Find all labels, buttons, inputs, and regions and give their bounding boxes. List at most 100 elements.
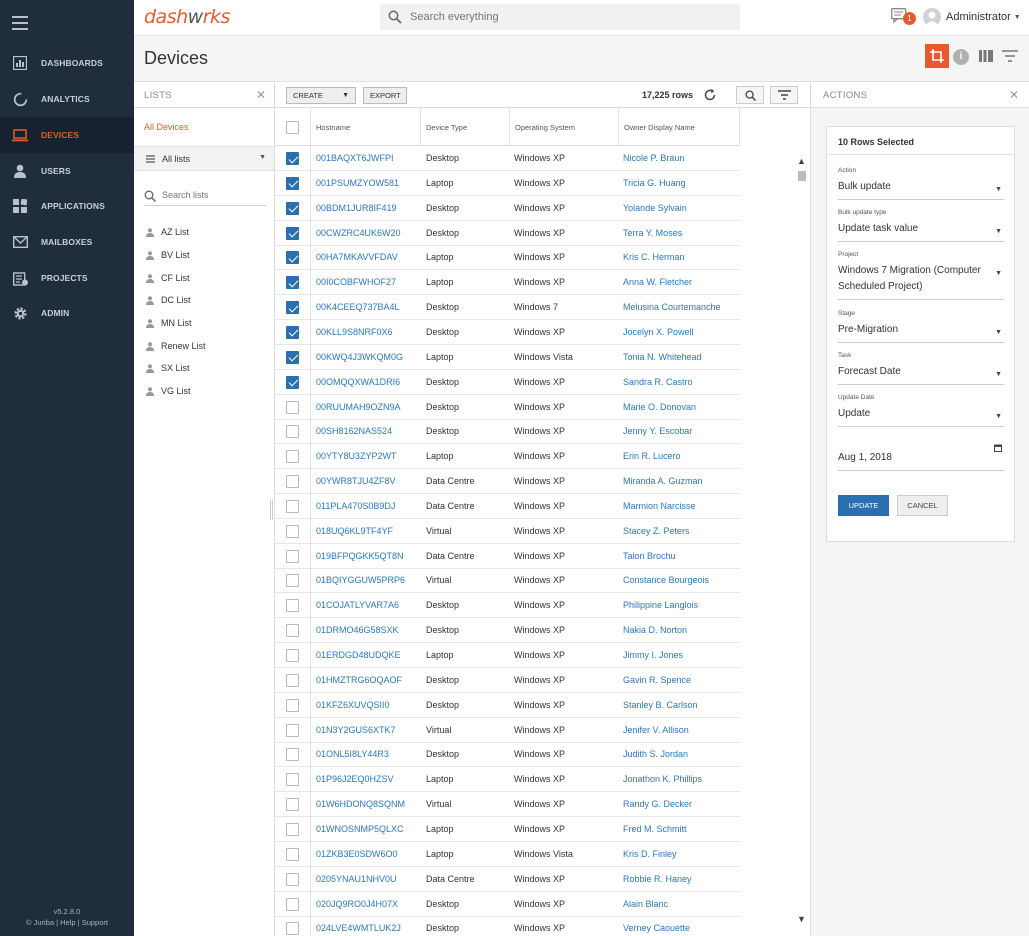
owner-link[interactable]: Erin R. Lucero	[623, 451, 681, 461]
hostname-link[interactable]: 01COJATLYVAR7A6	[316, 600, 399, 610]
hostname-link[interactable]: 019BFPQGKK5QT8N	[316, 551, 404, 561]
row-checkbox[interactable]	[286, 301, 299, 315]
refresh-icon[interactable]	[703, 88, 717, 102]
nav-item-analytics[interactable]: ANALYTICS	[0, 81, 134, 117]
owner-link[interactable]: Anna W. Fletcher	[623, 277, 692, 287]
column-header-operating-system[interactable]: Operating System	[510, 108, 619, 146]
hostname-link[interactable]: 01HMZTRG6OQAOF	[316, 675, 402, 685]
info-icon[interactable]: i	[953, 49, 969, 65]
owner-link[interactable]: Kris D. Finley	[623, 849, 677, 859]
row-checkbox[interactable]	[286, 574, 299, 588]
row-checkbox[interactable]	[286, 773, 299, 787]
row-checkbox[interactable]	[286, 723, 299, 737]
stage-select[interactable]: Pre-Migration ▼	[838, 322, 1004, 343]
list-item[interactable]: DC List	[146, 295, 191, 305]
table-row[interactable]: 001BAQXT6JWFPI Desktop Windows XP Nicole P.…	[275, 146, 740, 171]
close-icon[interactable]: ✕	[1009, 88, 1019, 102]
hostname-link[interactable]: 001PSUMZYOW581	[316, 178, 399, 188]
row-checkbox[interactable]	[286, 251, 299, 265]
table-row[interactable]: 00I0COBFWHOF27 Laptop Windows XP Anna W. Fl…	[275, 270, 740, 296]
search-input[interactable]	[410, 11, 710, 23]
search-lists-input[interactable]	[162, 190, 262, 200]
vertical-scrollbar[interactable]: ▲ ▼	[796, 154, 808, 936]
list-item[interactable]: MN List	[146, 318, 192, 328]
hostname-link[interactable]: 00RUUMAH9OZN9A	[316, 402, 401, 412]
owner-link[interactable]: Tonia N. Whitehead	[623, 352, 702, 362]
hostname-link[interactable]: 01WNOSNMP5QLXC	[316, 824, 404, 834]
column-header-hostname[interactable]: Hostname	[311, 108, 421, 146]
hostname-link[interactable]: 01ZKB3E0SDW6O0	[316, 849, 398, 859]
hostname-link[interactable]: 01P96J2EQ0HZSV	[316, 774, 394, 784]
owner-link[interactable]: Miranda A. Guzman	[623, 476, 703, 486]
table-row[interactable]: 01KFZ6XUVQSII0 Desktop Windows XP Stanley B…	[275, 693, 740, 718]
row-checkbox[interactable]	[286, 599, 299, 613]
row-checkbox[interactable]	[286, 350, 299, 364]
table-row[interactable]: 01BQIYGGUW5PRP6 Virtual Windows XP Constanc…	[275, 568, 740, 594]
nav-item-projects[interactable]: PROJECTS	[0, 260, 134, 296]
table-row[interactable]: 01ERDGD48UDQKE Laptop Windows XP Jimmy I. J…	[275, 643, 740, 668]
owner-link[interactable]: Gavin R. Spence	[623, 675, 691, 685]
table-row[interactable]: 00YTY8U3ZYP2WT Laptop Windows XP Erin R. Lu…	[275, 444, 740, 470]
row-checkbox[interactable]	[286, 176, 299, 190]
row-checkbox[interactable]	[286, 524, 299, 538]
table-row[interactable]: 01WNOSNMP5QLXC Laptop Windows XP Fred M. Sc…	[275, 817, 740, 842]
nav-item-admin[interactable]: ADMIN	[0, 295, 134, 331]
owner-link[interactable]: Judith S. Jordan	[623, 749, 688, 759]
table-row[interactable]: 024LVE4WMTLUK2J Desktop Windows XP Verney C…	[275, 916, 740, 936]
column-header-owner[interactable]: Owner Display Name	[619, 108, 740, 146]
row-checkbox[interactable]	[286, 624, 299, 638]
list-item[interactable]: SX List	[146, 363, 190, 373]
hostname-link[interactable]: 0205YNAU1NHV0U	[316, 874, 397, 884]
owner-link[interactable]: Talon Brochu	[623, 551, 676, 561]
resize-handle[interactable]	[270, 500, 273, 520]
app-logo[interactable]: dashwrks	[144, 6, 230, 28]
row-checkbox[interactable]	[286, 897, 299, 911]
close-icon[interactable]: ✕	[256, 88, 266, 102]
create-button[interactable]: CREATE ▼	[286, 87, 356, 104]
hostname-link[interactable]: 01DRMO46G58SXK	[316, 625, 399, 635]
owner-link[interactable]: Terra Y. Moses	[623, 228, 682, 238]
table-row[interactable]: 001PSUMZYOW581 Laptop Windows XP Tricia G. …	[275, 171, 740, 196]
grid-search-button[interactable]	[736, 86, 764, 104]
owner-link[interactable]: Jenny Y. Escobar	[623, 426, 692, 436]
hostname-link[interactable]: 024LVE4WMTLUK2J	[316, 923, 401, 933]
date-input[interactable]: Aug 1, 2018	[838, 444, 1004, 471]
hostname-link[interactable]: 00HA7MKAVVFDAV	[316, 252, 398, 262]
list-item[interactable]: AZ List	[146, 227, 189, 237]
notifications-button[interactable]: 1	[891, 8, 916, 26]
table-row[interactable]: 01W6HDONQ8SQNM Virtual Windows XP Randy G. …	[275, 792, 740, 818]
list-item[interactable]: Renew List	[146, 341, 206, 351]
table-row[interactable]: 00CWZRC4UK6W20 Desktop Windows XP Terra Y. …	[275, 221, 740, 246]
owner-link[interactable]: Marmion Narcisse	[623, 501, 696, 511]
update-date-select[interactable]: Update ▼	[838, 406, 1004, 427]
row-checkbox[interactable]	[286, 375, 299, 389]
hostname-link[interactable]: 00BDM1JUR8IF419	[316, 203, 397, 213]
table-row[interactable]: 00K4CEEQ737BA4L Desktop Windows 7 Melusina …	[275, 295, 740, 321]
project-select[interactable]: Windows 7 Migration (Computer Scheduled …	[838, 263, 1004, 300]
owner-link[interactable]: Kris C. Herman	[623, 252, 685, 262]
row-checkbox[interactable]	[286, 450, 299, 464]
row-checkbox[interactable]	[286, 475, 299, 489]
columns-icon[interactable]	[979, 50, 993, 62]
table-row[interactable]: 00KWQ4J3WKQM0G Laptop Windows Vista Tonia N…	[275, 345, 740, 370]
row-checkbox[interactable]	[286, 798, 299, 812]
table-row[interactable]: 00YWR8TJU4ZF8V Data Centre Windows XP Miran…	[275, 469, 740, 495]
list-item[interactable]: CF List	[146, 273, 190, 283]
hostname-link[interactable]: 00YTY8U3ZYP2WT	[316, 451, 397, 461]
row-checkbox[interactable]	[286, 649, 299, 662]
table-row[interactable]: 01COJATLYVAR7A6 Desktop Windows XP Philippi…	[275, 593, 740, 619]
all-lists-dropdown[interactable]: All lists ▼	[134, 146, 274, 171]
nav-item-devices[interactable]: DEVICES	[0, 117, 134, 153]
nav-item-mailboxes[interactable]: MAILBOXES	[0, 224, 134, 260]
user-menu[interactable]: Administrator ▼	[923, 8, 1021, 26]
nav-item-users[interactable]: USERS	[0, 153, 134, 189]
row-checkbox[interactable]	[286, 673, 299, 687]
scrollbar-thumb[interactable]	[798, 171, 806, 181]
owner-link[interactable]: Randy G. Decker	[623, 799, 692, 809]
calendar-icon[interactable]	[994, 444, 1002, 452]
row-checkbox[interactable]	[286, 822, 299, 836]
table-row[interactable]: 01N3Y2GUS6XTK7 Virtual Windows XP Jenifer V…	[275, 718, 740, 743]
owner-link[interactable]: Jimmy I. Jones	[623, 650, 683, 660]
row-checkbox[interactable]	[286, 698, 299, 712]
update-button[interactable]: UPDATE	[838, 495, 889, 516]
